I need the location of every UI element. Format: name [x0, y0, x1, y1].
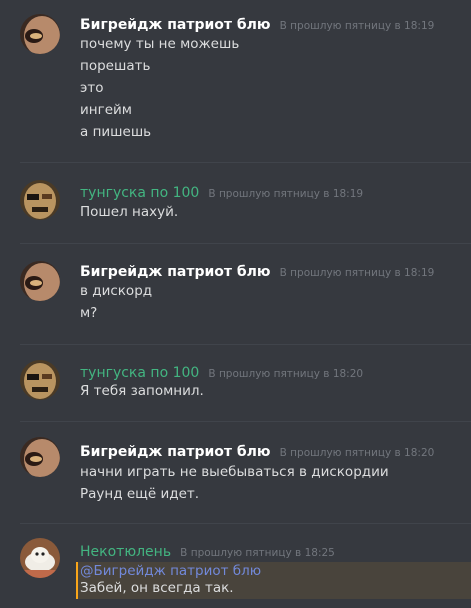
message-line: ингейм: [80, 102, 132, 118]
message-header: Бигрейдж патриот блю В прошлую пятницу в…: [80, 261, 434, 280]
message-line: почему ты не можешь: [80, 36, 240, 52]
message-header: тунгуска по 100 В прошлую пятницу в 18:1…: [80, 182, 363, 201]
chat-messages: Бигрейдж патриот блю В прошлую пятницу в…: [0, 0, 471, 608]
message-line: Пошел нахуй.: [80, 204, 179, 220]
timestamp: В прошлую пятницу в 18:19: [279, 267, 435, 279]
avatar[interactable]: [20, 261, 60, 301]
message-header: Бигрейдж патриот блю В прошлую пятницу в…: [80, 441, 434, 460]
avatar[interactable]: [20, 360, 60, 400]
user-mention[interactable]: @Бигрейдж патриот блю: [80, 563, 261, 579]
message-header: тунгуска по 100 В прошлую пятницу в 18:2…: [80, 362, 363, 381]
message-line: Забей, он всегда так.: [80, 580, 234, 596]
author-name[interactable]: тунгуска по 100: [80, 185, 199, 201]
author-name[interactable]: Некотюлень: [80, 544, 171, 560]
author-name[interactable]: тунгуска по 100: [80, 365, 199, 381]
message-line: порешать: [80, 58, 151, 74]
message-line: Я тебя запомнил.: [80, 383, 204, 399]
message-line: м?: [80, 305, 98, 321]
timestamp: В прошлую пятницу в 18:20: [208, 368, 364, 380]
message-header: Бигрейдж патриот блю В прошлую пятницу в…: [80, 14, 434, 33]
timestamp: В прошлую пятницу в 18:20: [279, 447, 435, 459]
message-divider: [20, 523, 471, 524]
author-name[interactable]: Бигрейдж патриот блю: [80, 17, 271, 33]
message-divider: [20, 421, 471, 422]
message-divider: [20, 162, 471, 163]
avatar[interactable]: [20, 14, 60, 54]
message-line: начни играть не выебываться в дискордии: [80, 464, 389, 480]
avatar[interactable]: [20, 538, 60, 578]
message-header: Некотюлень В прошлую пятницу в 18:25: [80, 541, 335, 560]
avatar[interactable]: [20, 437, 60, 477]
message-line: в дискорд: [80, 283, 153, 299]
message-line: а пишешь: [80, 124, 152, 140]
message-divider: [20, 243, 471, 244]
timestamp: В прошлую пятницу в 18:25: [180, 547, 335, 559]
timestamp: В прошлую пятницу в 18:19: [208, 188, 364, 200]
author-name[interactable]: Бигрейдж патриот блю: [80, 444, 271, 460]
message-line: это: [80, 80, 104, 96]
avatar[interactable]: [20, 180, 60, 220]
message-line: Раунд ещё идет.: [80, 486, 200, 502]
timestamp: В прошлую пятницу в 18:19: [279, 20, 435, 32]
author-name[interactable]: Бигрейдж патриот блю: [80, 264, 271, 280]
message-divider: [20, 344, 471, 345]
